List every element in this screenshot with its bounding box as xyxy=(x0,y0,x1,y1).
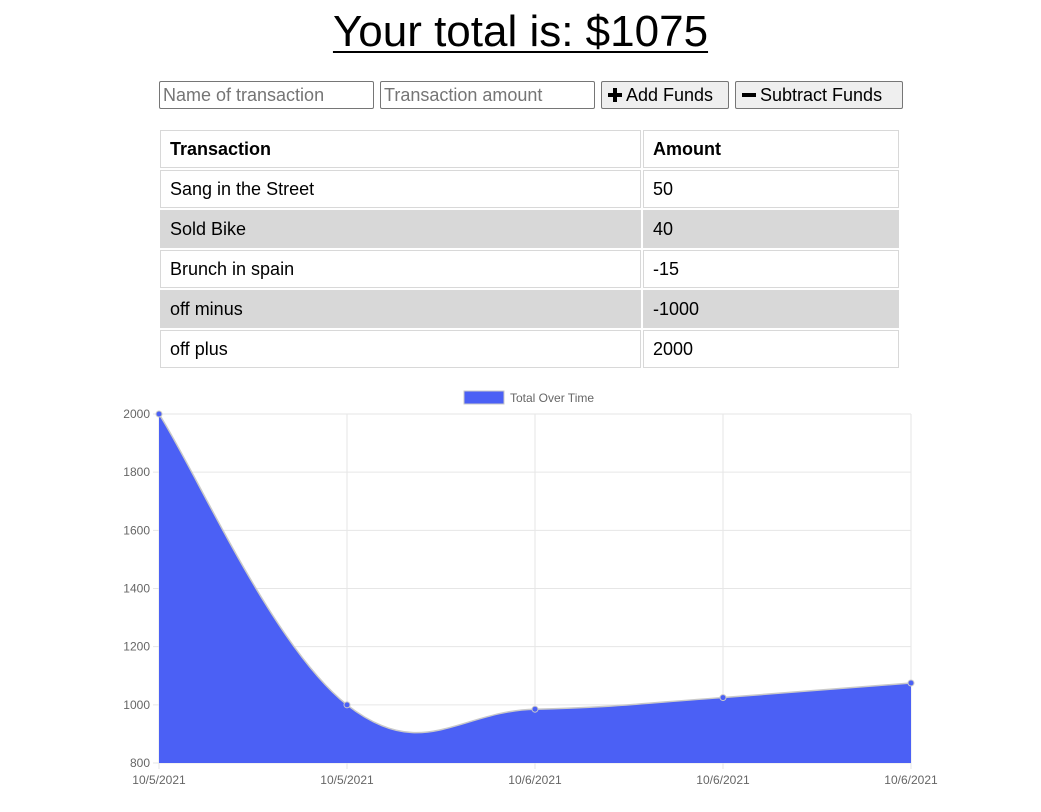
y-tick-label: 1600 xyxy=(123,523,150,537)
transaction-form: Add Funds Subtract Funds xyxy=(159,81,903,109)
x-tick-label: 10/6/2021 xyxy=(696,773,750,787)
table-row: Brunch in spain -15 xyxy=(160,250,899,288)
total-over-time-chart: 800 1000 1200 1400 1600 1800 2000 10/5/2021 10/5… xyxy=(0,385,1041,805)
subtract-funds-label: Subtract Funds xyxy=(760,84,883,105)
transaction-name: off minus xyxy=(160,290,641,328)
transaction-amount: 2000 xyxy=(643,330,899,368)
y-tick-label: 1200 xyxy=(123,640,150,654)
transaction-amount-input[interactable] xyxy=(380,81,595,109)
minus-icon xyxy=(742,93,756,97)
transaction-amount: -1000 xyxy=(643,290,899,328)
y-tick-label: 1800 xyxy=(123,465,150,479)
plus-icon xyxy=(608,88,622,102)
table-header-row: Transaction Amount xyxy=(160,130,899,168)
data-point xyxy=(907,679,915,687)
y-tick-label: 1400 xyxy=(123,582,150,596)
add-funds-label: Add Funds xyxy=(626,84,714,105)
data-point xyxy=(155,410,163,418)
data-point xyxy=(719,694,727,702)
transaction-amount: -15 xyxy=(643,250,899,288)
transactions-table: Transaction Amount Sang in the Street 50… xyxy=(158,128,901,370)
chart-canvas: 800 1000 1200 1400 1600 1800 2000 10/5/2021 10/5… xyxy=(123,390,938,787)
add-funds-button[interactable]: Add Funds xyxy=(601,81,729,109)
data-point xyxy=(531,705,539,713)
table-row: Sold Bike 40 xyxy=(160,210,899,248)
subtract-funds-button[interactable]: Subtract Funds xyxy=(735,81,903,109)
x-tick-label: 10/5/2021 xyxy=(320,773,374,787)
transaction-name: Sold Bike xyxy=(160,210,641,248)
x-tick-label: 10/6/2021 xyxy=(508,773,562,787)
table-row: Sang in the Street 50 xyxy=(160,170,899,208)
table-row: off minus -1000 xyxy=(160,290,899,328)
data-point xyxy=(343,701,351,709)
transaction-amount: 50 xyxy=(643,170,899,208)
header-amount: Amount xyxy=(643,130,899,168)
y-tick-label: 2000 xyxy=(123,407,150,421)
table-row: off plus 2000 xyxy=(160,330,899,368)
x-tick-label: 10/6/2021 xyxy=(884,773,938,787)
y-tick-label: 800 xyxy=(130,756,150,770)
y-tick-label: 1000 xyxy=(123,698,150,712)
transaction-name: off plus xyxy=(160,330,641,368)
x-tick-label: 10/5/2021 xyxy=(132,773,186,787)
total-title: Your total is: $1075 xyxy=(332,7,709,56)
legend-label: Total Over Time xyxy=(510,391,594,405)
header-transaction: Transaction xyxy=(160,130,641,168)
transaction-name: Sang in the Street xyxy=(160,170,641,208)
transaction-name-input[interactable] xyxy=(159,81,374,109)
transaction-amount: 40 xyxy=(643,210,899,248)
legend-swatch xyxy=(463,390,505,405)
transaction-name: Brunch in spain xyxy=(160,250,641,288)
